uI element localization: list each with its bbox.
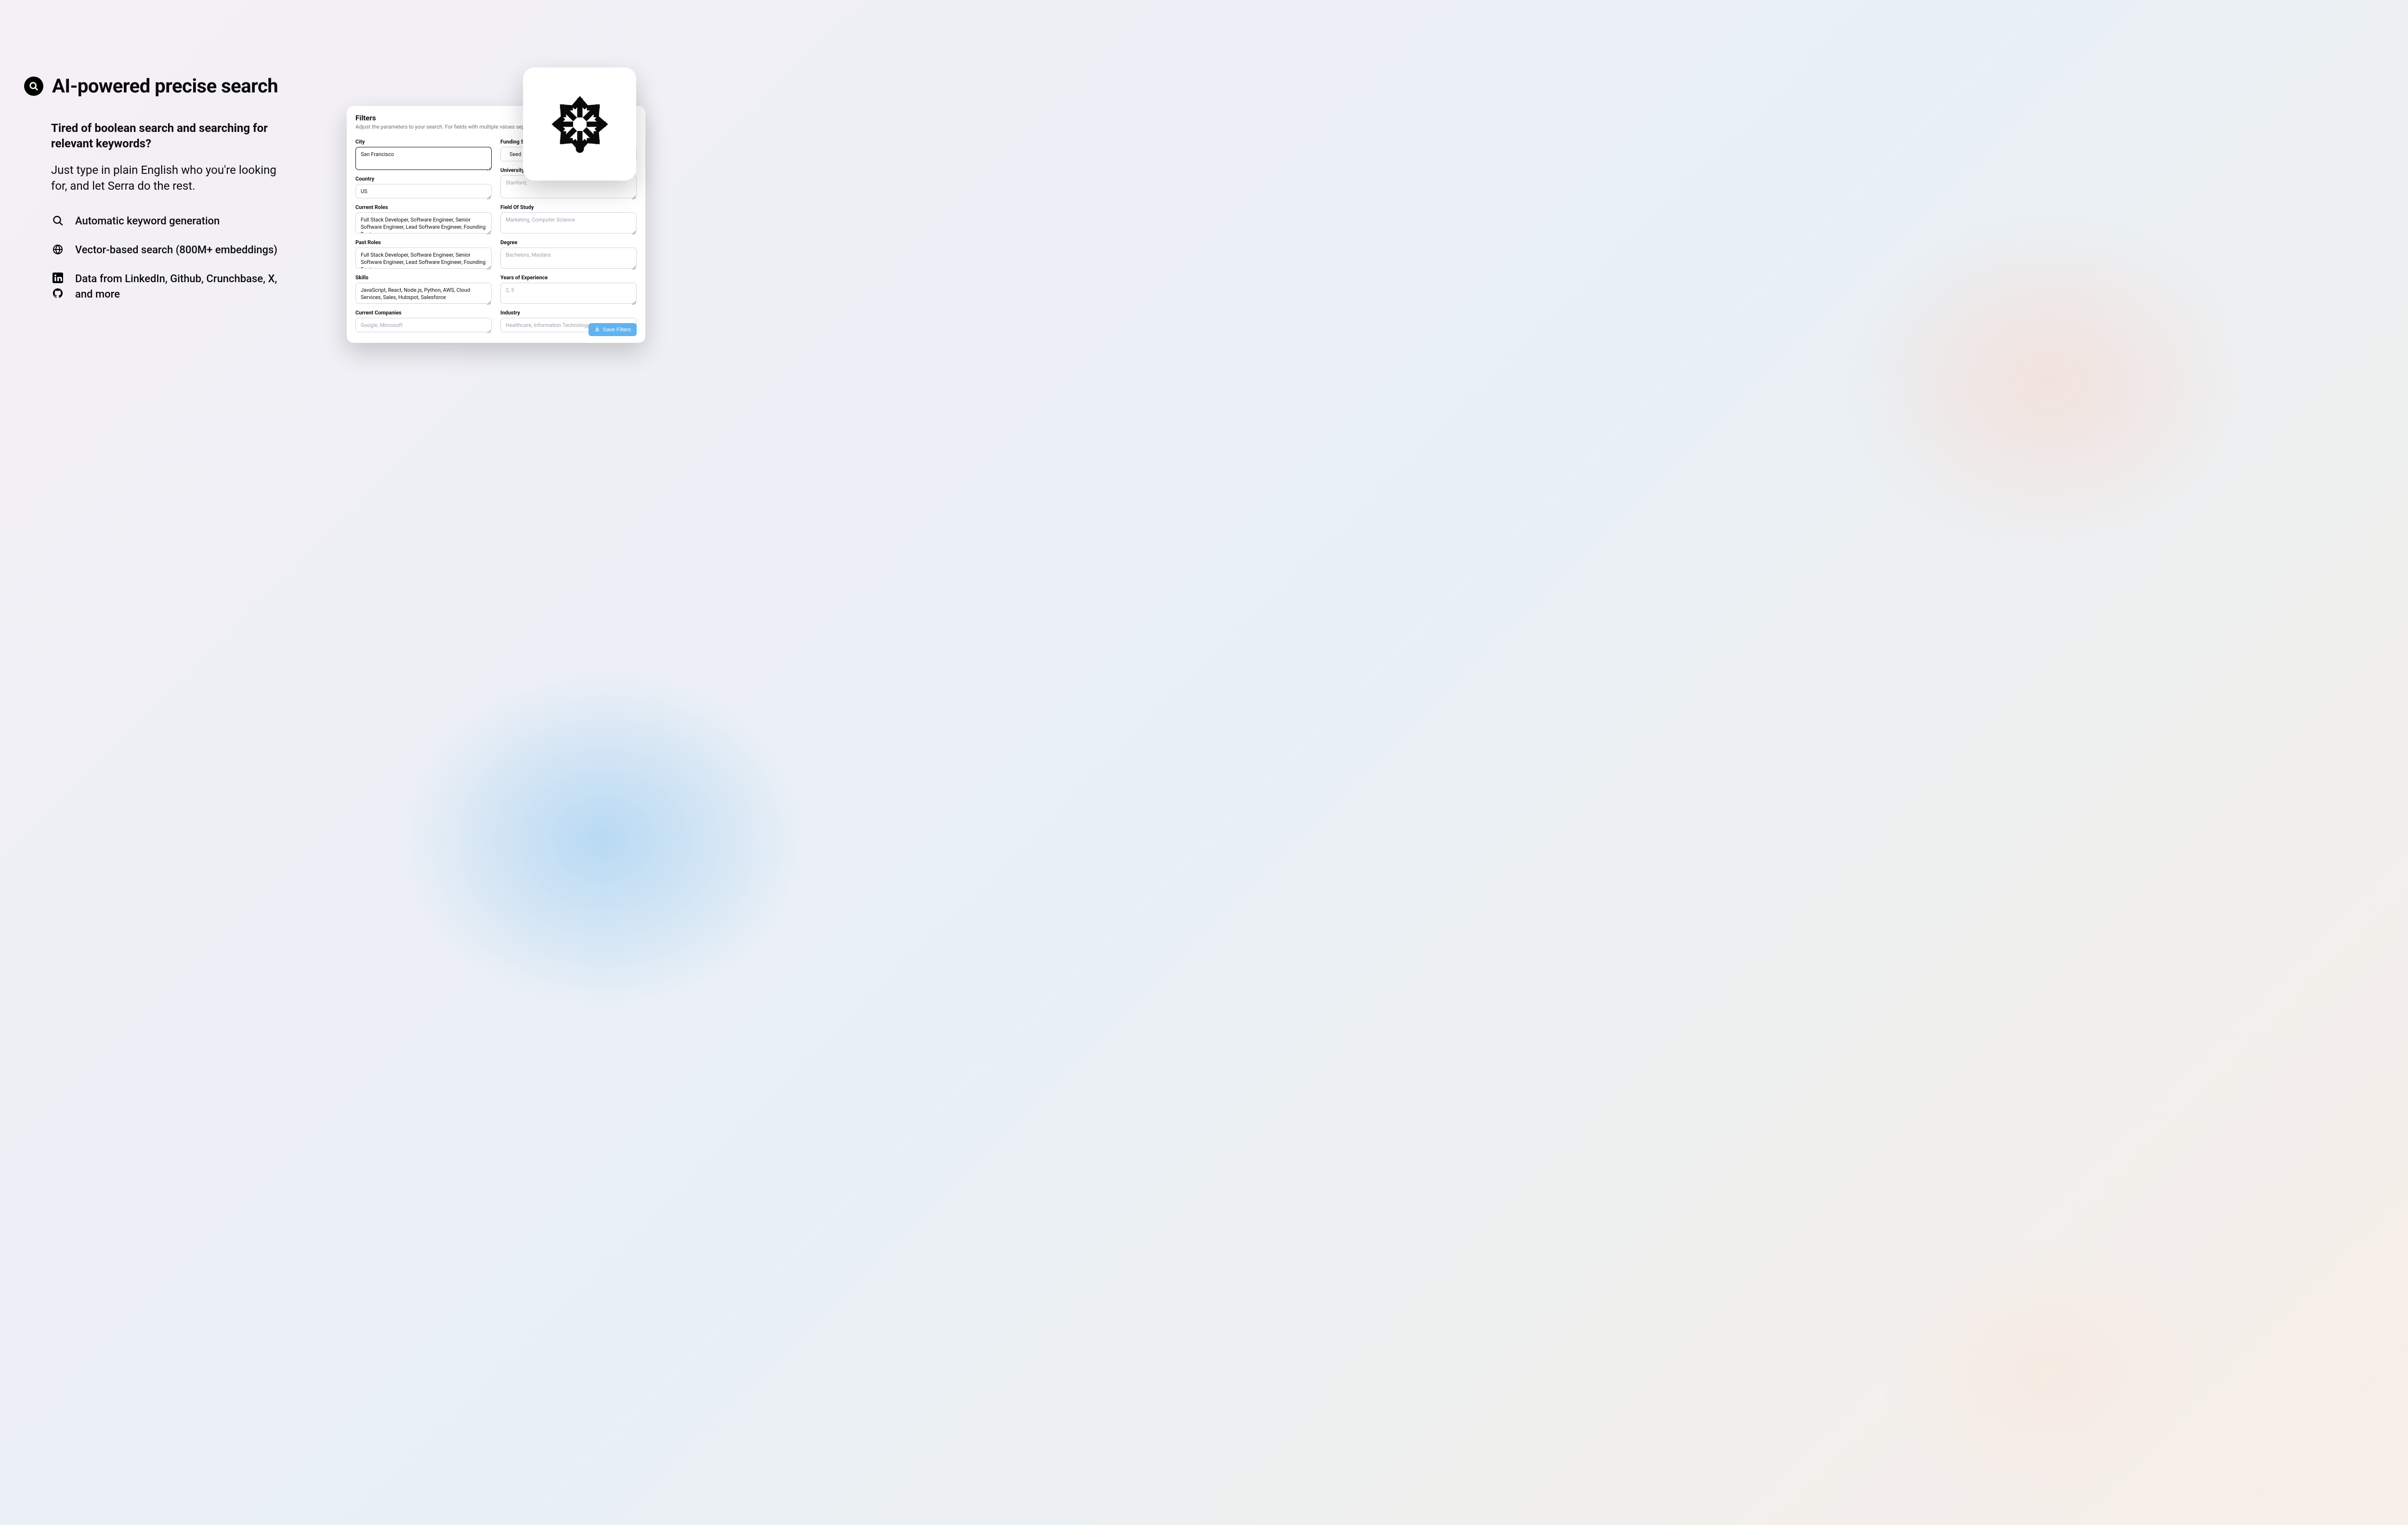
past-roles-input[interactable]: [355, 248, 492, 269]
label-years-exp: Years of Experience: [500, 274, 637, 281]
field-of-study-input[interactable]: [500, 212, 637, 234]
label-field-of-study: Field Of Study: [500, 204, 637, 210]
country-input[interactable]: [355, 184, 492, 198]
subtext: Just type in plain English who you're lo…: [51, 162, 294, 195]
label-degree: Degree: [500, 239, 637, 246]
brand-logo-card: [523, 67, 636, 181]
subheadline: Tired of boolean search and searching fo…: [51, 120, 294, 152]
current-roles-input[interactable]: [355, 212, 492, 234]
search-badge-icon: [24, 77, 43, 96]
label-country: Country: [355, 176, 492, 182]
search-icon: [52, 215, 64, 228]
save-filters-label: Save Filters: [603, 327, 631, 333]
github-icon: [52, 288, 63, 300]
label-current-roles: Current Roles: [355, 204, 492, 210]
label-city: City: [355, 139, 492, 145]
bullet-data-sources: Data from LinkedIn, Github, Crunchbase, …: [75, 272, 294, 302]
linkedin-icon: [52, 273, 63, 285]
skills-input[interactable]: [355, 283, 492, 304]
download-icon: [594, 326, 600, 333]
current-companies-input[interactable]: [355, 318, 492, 332]
years-exp-input[interactable]: [500, 283, 637, 304]
label-current-companies: Current Companies: [355, 310, 492, 316]
label-past-roles: Past Roles: [355, 239, 492, 246]
label-skills: Skills: [355, 274, 492, 281]
label-industry: Industry: [500, 310, 637, 316]
hero-title: AI-powered precise search: [52, 75, 278, 97]
degree-input[interactable]: [500, 248, 637, 269]
bullet-keyword-gen: Automatic keyword generation: [75, 214, 220, 229]
save-filters-button[interactable]: Save Filters: [589, 323, 637, 336]
bullet-vector-search: Vector-based search (800M+ embeddings): [75, 243, 277, 258]
city-input[interactable]: [355, 147, 492, 170]
globe-icon: [52, 244, 64, 257]
radial-arrows-logo-icon: [539, 83, 621, 165]
